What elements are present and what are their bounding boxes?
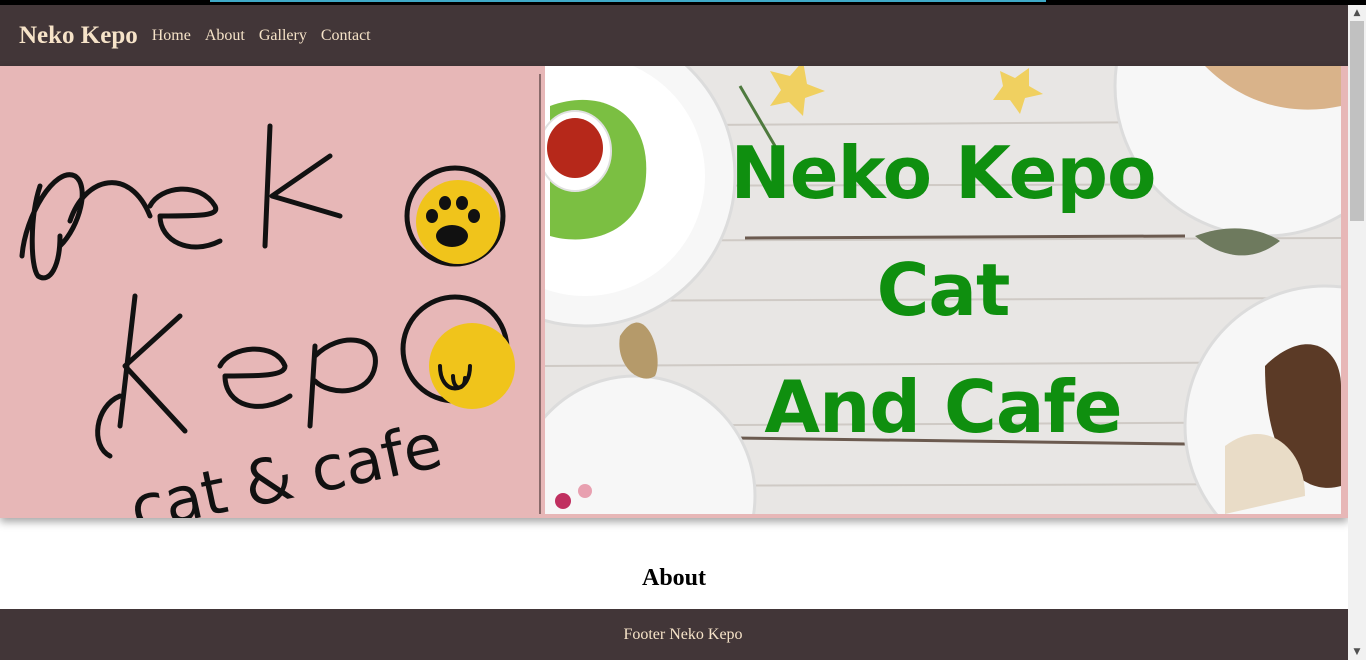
nav-link-about[interactable]: About (205, 27, 245, 45)
logo-tagline-text: cat & cafe (124, 409, 448, 518)
brand-logo-text[interactable]: Neko Kepo (19, 22, 138, 50)
hero-section: cat & cafe Neko Kepo Cat And Cafe (0, 66, 1348, 546)
neko-kepo-logo-drawing: cat & cafe (19, 123, 515, 546)
navbar: Neko Kepo Home About Gallery Contact (0, 5, 1348, 66)
banner-line-2: Cat (876, 247, 1011, 332)
banner-line-1: Neko Kepo (730, 130, 1157, 215)
paw-icon (416, 180, 500, 264)
banner-title: Neko Kepo Cat And Cafe (545, 66, 1341, 514)
banner-image: Neko Kepo Cat And Cafe (545, 66, 1341, 514)
logo-image: cat & cafe (0, 66, 540, 546)
hero-divider (539, 74, 541, 514)
page-scrollbar[interactable]: ▲ ▼ (1348, 5, 1366, 660)
footer-text: Footer Neko Kepo (623, 625, 743, 643)
chevron-up-icon[interactable]: ▲ (1348, 5, 1366, 21)
browser-accent-line (210, 0, 1046, 2)
chevron-down-icon[interactable]: ▼ (1348, 644, 1366, 660)
nav-link-gallery[interactable]: Gallery (259, 27, 307, 45)
nav-link-contact[interactable]: Contact (321, 27, 371, 45)
about-heading: About (641, 565, 707, 591)
nav-link-home[interactable]: Home (152, 27, 191, 45)
scrollbar-thumb[interactable] (1350, 21, 1364, 221)
footer: Footer Neko Kepo (0, 609, 1348, 660)
banner-line-3: And Cafe (764, 364, 1122, 449)
